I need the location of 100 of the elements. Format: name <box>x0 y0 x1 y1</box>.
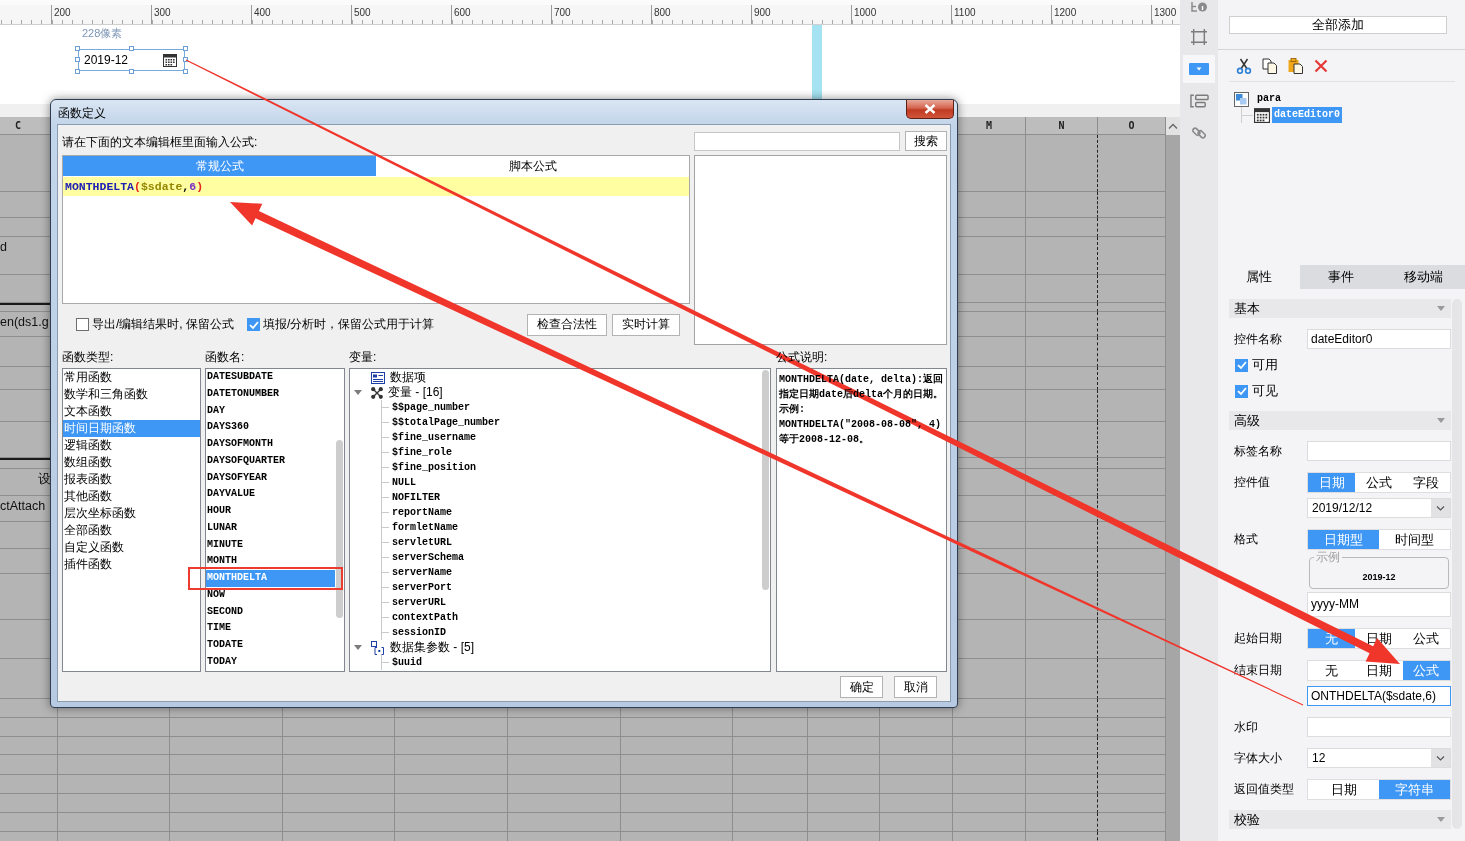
list-item[interactable]: TODATE <box>206 637 335 654</box>
tree-item[interactable]: serverSchema <box>392 552 464 563</box>
list-item[interactable]: DATESUBDATE <box>206 369 335 386</box>
list-item[interactable]: DATETONUMBER <box>206 385 335 403</box>
list-item[interactable]: 数组函数 <box>63 454 200 471</box>
tree-item[interactable]: $fine_role <box>392 447 452 458</box>
list-item[interactable]: 自定义函数 <box>63 539 200 556</box>
tree-item[interactable]: NULL <box>392 477 416 488</box>
list-item[interactable]: 插件函数 <box>63 556 200 573</box>
tree-item[interactable]: serverURL <box>392 597 446 608</box>
search-field[interactable] <box>694 132 900 151</box>
list-item[interactable]: TODAY <box>206 653 335 671</box>
text-field[interactable]: ONTHDELTA($sdate,6) <box>1307 686 1451 706</box>
ruler-label: 600 <box>453 7 471 19</box>
dropdown[interactable]: 12 <box>1307 748 1451 768</box>
table-cell <box>1026 549 1098 574</box>
list-item[interactable]: DAY <box>206 402 335 420</box>
column-header: O <box>1098 117 1166 135</box>
list-item[interactable]: LUNAR <box>206 519 335 537</box>
list-item[interactable]: 全部函数 <box>63 522 200 539</box>
list-item[interactable]: MONTH <box>206 553 335 570</box>
bracket-icon <box>371 640 385 655</box>
tree-item[interactable]: NOFILTER <box>392 492 440 503</box>
resize-handle[interactable] <box>183 69 188 74</box>
tree-item[interactable]: $$page_number <box>392 402 470 413</box>
list-item[interactable]: SECOND <box>206 603 335 621</box>
list-item[interactable]: DAYSOFQUARTER <box>206 452 335 470</box>
section-header[interactable]: 校验 <box>1229 810 1451 829</box>
section-header[interactable]: 高级 <box>1229 411 1451 430</box>
tree-item[interactable]: formletName <box>392 522 458 533</box>
tree-item[interactable]: $fine_position <box>392 462 476 473</box>
tree-item[interactable]: $uuid <box>392 657 422 668</box>
list-item[interactable]: 文本函数 <box>63 403 200 420</box>
list-item[interactable]: NOW <box>206 586 335 604</box>
table-cell <box>1098 192 1166 218</box>
dropdown[interactable]: 2019/12/12 <box>1307 498 1451 518</box>
tree-item[interactable]: serverName <box>392 567 452 578</box>
list-item[interactable]: DAYVALUE <box>206 486 335 503</box>
text-field[interactable] <box>1307 441 1451 461</box>
clipboard-icon[interactable] <box>1288 57 1304 74</box>
copy-icon[interactable] <box>1262 57 1278 74</box>
list-item[interactable]: 其他函数 <box>63 488 200 505</box>
resize-handle[interactable] <box>75 57 80 62</box>
list-item[interactable]: MINUTE <box>206 536 335 554</box>
resize-handle[interactable] <box>129 46 134 51</box>
date-field[interactable]: 2019-12 <box>78 49 185 71</box>
list-item[interactable]: 常用函数 <box>63 369 200 386</box>
list-item[interactable]: 层次坐标函数 <box>63 505 200 522</box>
tree-item[interactable]: sessionID <box>392 627 446 638</box>
text-field[interactable]: yyyy-MM <box>1307 592 1451 617</box>
action-button[interactable]: 检查合法性 <box>527 313 607 336</box>
caret-down-icon[interactable] <box>354 645 362 650</box>
text-field[interactable] <box>1307 717 1451 737</box>
checkbox[interactable] <box>247 318 260 331</box>
list-item[interactable]: 逻辑函数 <box>63 437 200 454</box>
tree-item[interactable]: serverPort <box>392 582 452 593</box>
cancel-button[interactable]: 取消 <box>894 676 937 698</box>
list-item[interactable]: DAYS360 <box>206 419 335 436</box>
close-button[interactable] <box>906 100 954 119</box>
resize-handle[interactable] <box>183 46 188 51</box>
tree-item[interactable]: para <box>1255 91 1283 107</box>
caret-down-icon[interactable] <box>354 390 362 395</box>
ok-button[interactable]: 确定 <box>840 676 883 698</box>
resize-handle[interactable] <box>129 69 134 74</box>
tree-item[interactable]: contextPath <box>392 612 458 623</box>
tree-item[interactable]: $$totalPage_number <box>392 417 501 428</box>
tree-item[interactable]: $fine_username <box>392 432 476 443</box>
section-header[interactable]: 基本 <box>1229 299 1451 318</box>
checkbox[interactable] <box>76 318 89 331</box>
checkbox[interactable] <box>1235 384 1248 398</box>
action-button[interactable]: 实时计算 <box>612 313 680 336</box>
table-cell <box>1098 135 1166 192</box>
tree-item[interactable]: 数据项 <box>390 370 426 385</box>
list-item[interactable]: DAYSOFYEAR <box>206 469 335 487</box>
text-field[interactable]: dateEditor0 <box>1307 329 1451 349</box>
list-item[interactable]: HOUR <box>206 503 335 520</box>
cross-icon <box>371 386 383 399</box>
tree-item[interactable]: 变量 - [16] <box>388 385 443 400</box>
nav-button[interactable] <box>1183 55 1215 83</box>
resize-handle[interactable] <box>75 69 80 74</box>
resize-handle[interactable] <box>75 46 80 51</box>
tab[interactable]: 移动端 <box>1382 265 1465 289</box>
add-all-button[interactable]: 全部添加 <box>1229 16 1447 34</box>
tree-item[interactable]: servletURL <box>392 537 452 548</box>
scissors-icon[interactable] <box>1236 57 1252 74</box>
scrollbar[interactable] <box>1452 299 1462 829</box>
list-item[interactable]: TIME <box>206 620 335 637</box>
list-item[interactable]: 数学和三角函数 <box>63 386 200 403</box>
list-item[interactable]: 报表函数 <box>63 471 200 488</box>
calendar-icon[interactable] <box>163 53 177 67</box>
tree-item[interactable]: 数据集参数 - [5] <box>390 640 474 655</box>
scroll-up-button[interactable] <box>1166 117 1180 135</box>
checkbox[interactable] <box>1235 358 1248 372</box>
scrollbar-thumb[interactable] <box>336 440 343 618</box>
scrollbar-thumb[interactable] <box>762 370 769 590</box>
tree-item[interactable]: reportName <box>392 507 452 518</box>
tab[interactable]: 事件 <box>1300 265 1383 289</box>
search-button[interactable]: 搜索 <box>905 131 947 151</box>
x-mark-icon[interactable] <box>1314 58 1328 73</box>
list-item[interactable]: DAYSOFMONTH <box>206 436 335 453</box>
